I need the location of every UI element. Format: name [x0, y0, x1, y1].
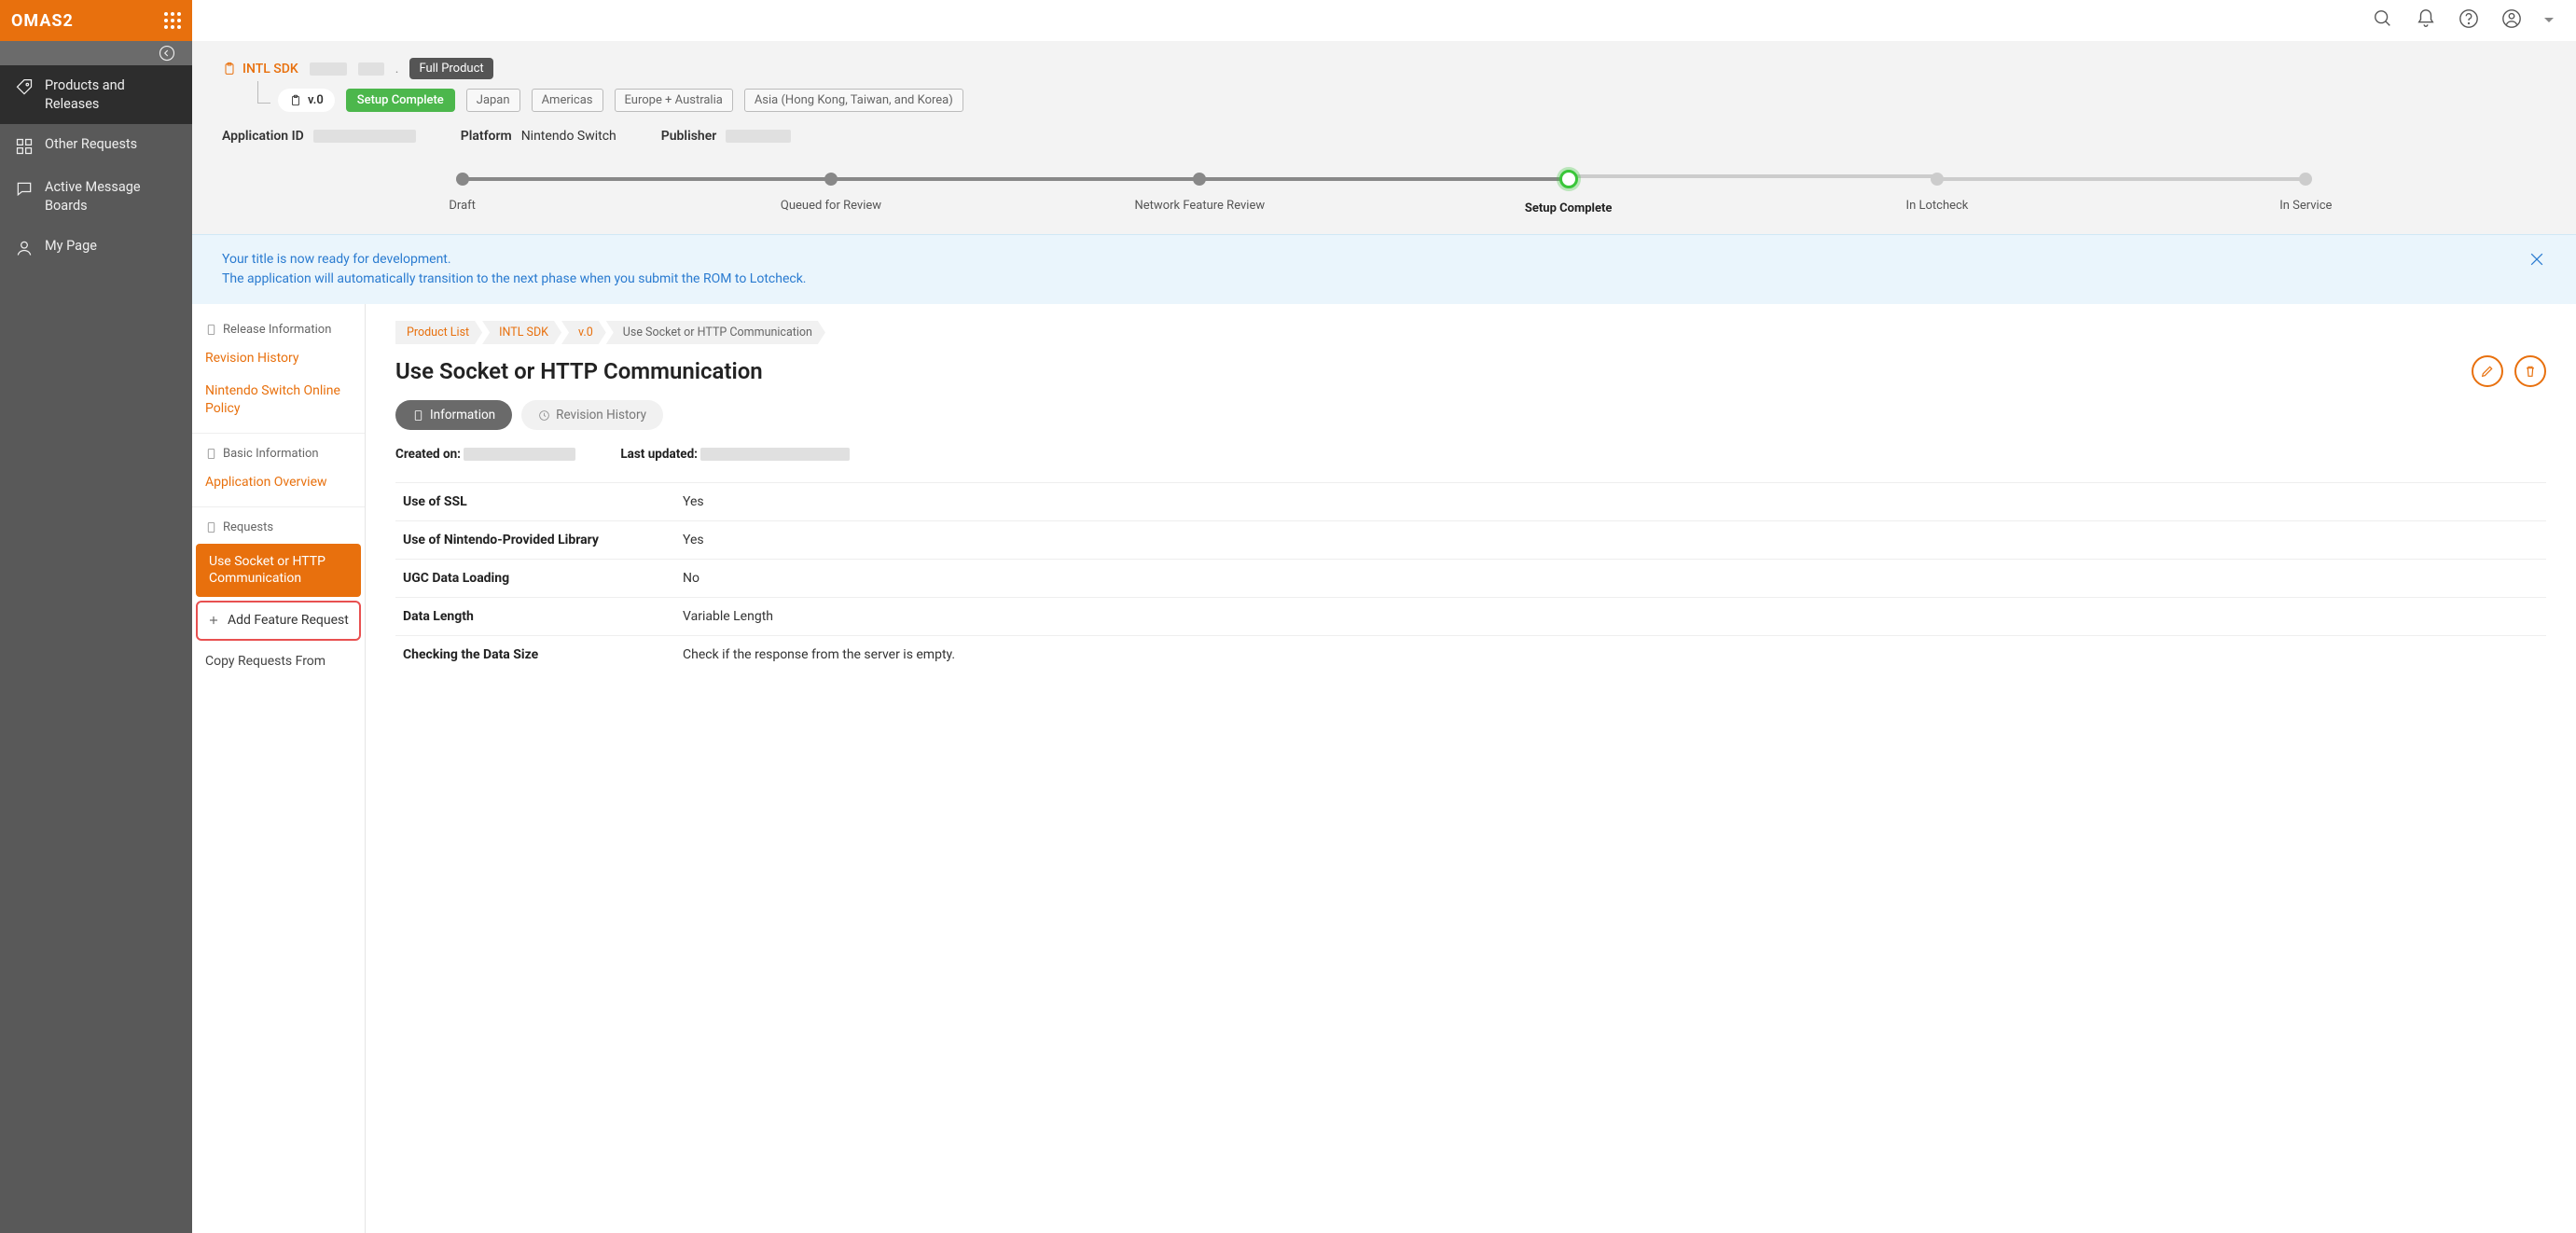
apps-grid-icon[interactable] — [164, 12, 181, 29]
subnav-link-app-overview[interactable]: Application Overview — [192, 466, 365, 499]
sidebar-item-products-releases[interactable]: Products and Releases — [0, 65, 192, 124]
breadcrumb-item[interactable]: Product List — [395, 321, 482, 344]
created-date: Created on: — [395, 447, 575, 462]
user-icon[interactable] — [2501, 8, 2522, 33]
breadcrumb-item: Use Socket or HTTP Communication — [606, 321, 825, 344]
brand-text: OMAS2 — [11, 11, 74, 31]
add-feature-request-button[interactable]: Add Feature Request — [196, 601, 361, 640]
doc-icon — [412, 409, 424, 422]
sidebar-collapse-button[interactable] — [0, 41, 192, 65]
breadcrumb-item[interactable]: v.0 — [561, 321, 606, 344]
progress-bar: Draft Queued for Review Network Feature … — [278, 170, 2490, 215]
subnav-section-header: Basic Information — [192, 441, 365, 466]
trash-icon — [2523, 364, 2538, 379]
redacted — [310, 62, 347, 76]
banner-line: The application will automatically trans… — [222, 270, 807, 289]
subnav-link-online-policy[interactable]: Nintendo Switch Online Policy — [192, 375, 365, 425]
detail-table: Use of SSLYes Use of Nintendo-Provided L… — [395, 482, 2546, 673]
region-tag: Europe + Australia — [615, 89, 733, 112]
info-banner: Your title is now ready for development.… — [192, 234, 2576, 304]
sidebar-item-label: Products and Releases — [45, 76, 177, 113]
breadcrumb: Product List INTL SDK v.0 Use Socket or … — [395, 321, 2546, 344]
sidebar-item-label: Active Message Boards — [45, 178, 177, 215]
bell-icon[interactable] — [2416, 8, 2436, 33]
banner-close-button[interactable] — [2528, 250, 2546, 272]
table-row: Data LengthVariable Length — [395, 597, 2546, 635]
plus-icon — [207, 614, 220, 627]
sidebar-item-other-requests[interactable]: Other Requests — [0, 124, 192, 167]
doc-icon — [205, 324, 217, 336]
progress-step-label: In Service — [2279, 199, 2332, 213]
delete-button[interactable] — [2514, 355, 2546, 387]
platform-meta: PlatformNintendo Switch — [461, 129, 616, 144]
clipboard-icon — [289, 94, 302, 107]
subnav-link-revision-history[interactable]: Revision History — [192, 342, 365, 375]
search-icon[interactable] — [2373, 8, 2393, 33]
sub-navigation: Release Information Revision History Nin… — [192, 304, 366, 1233]
tab-revision-history[interactable]: Revision History — [521, 400, 663, 430]
region-tag: Americas — [532, 89, 603, 112]
subnav-active-item[interactable]: Use Socket or HTTP Communication — [196, 544, 361, 598]
subnav-copy-requests[interactable]: Copy Requests From — [192, 644, 365, 678]
progress-step-label: Draft — [449, 199, 476, 213]
progress-step-label: In Lotcheck — [1906, 199, 1969, 213]
sidebar-item-label: My Page — [45, 237, 97, 256]
help-icon[interactable] — [2458, 8, 2479, 33]
table-row: Checking the Data SizeCheck if the respo… — [395, 635, 2546, 673]
tab-information[interactable]: Information — [395, 400, 512, 430]
product-type-badge: Full Product — [409, 58, 492, 79]
pencil-icon — [2480, 364, 2495, 379]
publisher-meta: Publisher — [661, 129, 792, 144]
page-title: Use Socket or HTTP Communication — [395, 358, 763, 384]
updated-date: Last updated: — [620, 447, 850, 462]
sidebar-item-label: Other Requests — [45, 135, 137, 154]
table-row: Use of Nintendo-Provided LibraryYes — [395, 520, 2546, 559]
chat-icon — [15, 180, 34, 199]
region-tag: Japan — [466, 89, 520, 112]
tag-icon — [15, 78, 34, 97]
redacted — [358, 62, 384, 76]
table-row: UGC Data LoadingNo — [395, 559, 2546, 597]
subnav-section-header: Release Information — [192, 317, 365, 342]
person-icon — [15, 239, 34, 257]
tree-line-icon — [257, 81, 270, 104]
sidebar-item-message-boards[interactable]: Active Message Boards — [0, 167, 192, 226]
sidebar: Products and Releases Other Requests Act… — [0, 41, 192, 1233]
clipboard-icon — [222, 62, 237, 76]
region-tag: Asia (Hong Kong, Taiwan, and Korea) — [744, 89, 963, 112]
grid-icon — [15, 137, 34, 156]
brand-logo[interactable]: OMAS2 — [0, 0, 192, 41]
user-menu-caret-icon[interactable] — [2544, 18, 2554, 27]
progress-step-label: Queued for Review — [781, 199, 881, 213]
clock-icon — [538, 409, 550, 422]
doc-icon — [205, 521, 217, 533]
breadcrumb-item[interactable]: INTL SDK — [482, 321, 561, 344]
app-id-meta: Application ID — [222, 129, 416, 144]
doc-icon — [205, 448, 217, 460]
subnav-section-header: Requests — [192, 515, 365, 540]
version-badge[interactable]: v.0 — [278, 89, 335, 112]
sidebar-item-my-page[interactable]: My Page — [0, 226, 192, 269]
table-row: Use of SSLYes — [395, 482, 2546, 520]
status-badge: Setup Complete — [346, 89, 455, 112]
edit-button[interactable] — [2472, 355, 2503, 387]
banner-line: Your title is now ready for development. — [222, 250, 807, 270]
sdk-link[interactable]: INTL SDK — [222, 62, 298, 76]
progress-step-label: Network Feature Review — [1135, 199, 1266, 213]
progress-step-label: Setup Complete — [1525, 201, 1613, 215]
